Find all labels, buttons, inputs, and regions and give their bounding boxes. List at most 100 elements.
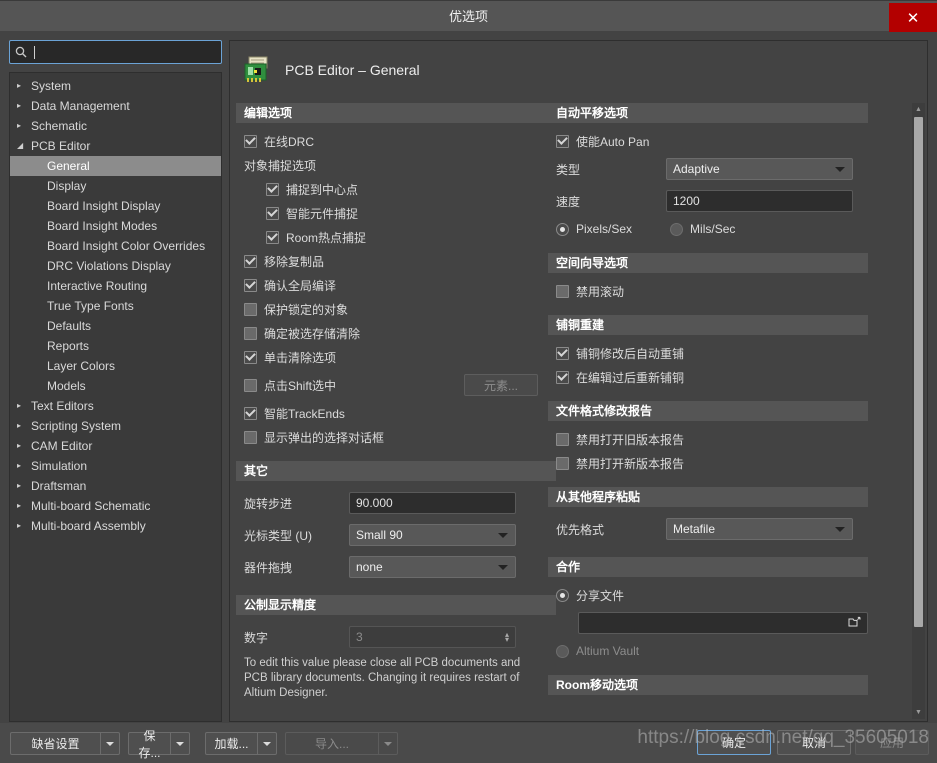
checkbox-disable-newer-report[interactable] <box>556 456 569 470</box>
sidebar-item-text-editors[interactable]: ▸ Text Editors <box>10 396 221 416</box>
load-dropdown-arrow[interactable] <box>257 733 276 754</box>
option-shared-file[interactable]: 分享文件 <box>556 583 868 607</box>
scroll-down-icon[interactable]: ▼ <box>912 706 925 719</box>
checkbox-disable-older-report[interactable] <box>556 432 569 446</box>
option-confirm-selection-memory-clear[interactable]: 确定被选存储清除 <box>244 321 556 345</box>
save-button[interactable]: 保存... <box>128 729 190 760</box>
option-click-clears-selection[interactable]: 单击清除选项 <box>244 345 556 369</box>
checkbox-remove-duplicates[interactable] <box>244 254 257 268</box>
option-disable-rolling[interactable]: 禁用滚动 <box>556 279 868 303</box>
checkbox-shift-click-to-select[interactable] <box>244 378 257 392</box>
select-priority-format[interactable]: Metafile <box>666 518 853 540</box>
checkbox-enable-auto-pan[interactable] <box>556 134 569 148</box>
option-smart-track-ends[interactable]: 智能TrackEnds <box>244 401 556 425</box>
chevron-right-icon[interactable]: ▸ <box>17 496 31 516</box>
select-auto-pan-style[interactable]: Adaptive <box>666 158 853 180</box>
chevron-right-icon[interactable]: ▸ <box>17 516 31 536</box>
stepper-metric-digits[interactable]: 3 ▴ ▾ <box>349 626 516 648</box>
option-repour-after-edit[interactable]: 铺铜修改后自动重铺 <box>556 341 868 365</box>
sidebar-item-board-insight-color-overrides[interactable]: Board Insight Color Overrides <box>10 236 221 256</box>
sidebar-item-board-insight-display[interactable]: Board Insight Display <box>10 196 221 216</box>
option-smart-component-snap[interactable]: 智能元件捕捉 <box>266 201 556 225</box>
vertical-scrollbar[interactable]: ▲ ▼ <box>912 103 925 719</box>
checkbox-snap-center[interactable] <box>266 182 279 196</box>
radio-shared-file[interactable] <box>556 588 569 602</box>
chevron-right-icon[interactable]: ▸ <box>17 436 31 456</box>
checkbox-online-drc[interactable] <box>244 134 257 148</box>
stepper-arrows-icon[interactable]: ▴ ▾ <box>505 631 509 644</box>
sidebar-item-simulation[interactable]: ▸ Simulation <box>10 456 221 476</box>
option-remove-duplicates[interactable]: 移除复制品 <box>244 249 556 273</box>
primitives-button[interactable]: 元素... <box>464 374 538 396</box>
radio-altium-vault[interactable] <box>556 644 569 658</box>
checkbox-smart-component-snap[interactable] <box>266 206 279 220</box>
sidebar-item-cam-editor[interactable]: ▸ CAM Editor <box>10 436 221 456</box>
sidebar-item-layer-colors[interactable]: Layer Colors <box>10 356 221 376</box>
sidebar-item-scripting-system[interactable]: ▸ Scripting System <box>10 416 221 436</box>
sidebar-item-multi-board-assembly[interactable]: ▸ Multi-board Assembly <box>10 516 221 536</box>
checkbox-repour-after-modified[interactable] <box>556 370 569 384</box>
cancel-button[interactable]: 取消 <box>777 730 851 755</box>
sidebar-item-display[interactable]: Display <box>10 176 221 196</box>
checkbox-repour-after-edit[interactable] <box>556 346 569 360</box>
option-display-popup-select[interactable]: 显示弹出的选择对话框 <box>244 425 556 449</box>
chevron-right-icon[interactable]: ▸ <box>17 456 31 476</box>
input-auto-pan-speed[interactable] <box>666 190 853 212</box>
sidebar-item-reports[interactable]: Reports <box>10 336 221 356</box>
checkbox-confirm-global-edit[interactable] <box>244 278 257 292</box>
checkbox-smart-track-ends[interactable] <box>244 406 257 420</box>
option-confirm-global-edit[interactable]: 确认全局编译 <box>244 273 556 297</box>
checkbox-disable-rolling[interactable] <box>556 284 569 298</box>
checkbox-click-clears-selection[interactable] <box>244 350 257 364</box>
defaults-button[interactable]: 缺省设置 <box>10 732 120 755</box>
scrollbar-thumb[interactable] <box>914 117 923 627</box>
option-snap-center[interactable]: 捕捉到中心点 <box>266 177 556 201</box>
sidebar-item-general[interactable]: General <box>10 156 221 176</box>
option-shift-click-to-select[interactable]: 点击Shift选中 元素... <box>244 369 556 401</box>
ok-button[interactable]: 确定 <box>697 730 771 755</box>
checkbox-protect-locked[interactable] <box>244 302 257 316</box>
option-repour-after-modified[interactable]: 在编辑过后重新铺铜 <box>556 365 868 389</box>
sidebar-item-drc-violations-display[interactable]: DRC Violations Display <box>10 256 221 276</box>
close-icon[interactable]: ✕ <box>889 3 937 32</box>
save-dropdown-arrow[interactable] <box>170 733 189 754</box>
chevron-right-icon[interactable]: ▸ <box>17 416 31 436</box>
sidebar-item-models[interactable]: Models <box>10 376 221 396</box>
preferences-tree[interactable]: ▸ System ▸ Data Management ▸ Schematic ◢ PCB Ed… <box>9 72 222 722</box>
defaults-dropdown-arrow[interactable] <box>100 733 119 754</box>
chevron-down-icon[interactable]: ◢ <box>17 136 31 156</box>
sidebar-item-schematic[interactable]: ▸ Schematic <box>10 116 221 136</box>
option-online-drc[interactable]: 在线DRC <box>244 129 556 153</box>
input-rotation-step[interactable] <box>349 492 516 514</box>
search-input[interactable] <box>35 45 221 59</box>
sidebar-item-true-type-fonts[interactable]: True Type Fonts <box>10 296 221 316</box>
folder-open-icon[interactable] <box>848 616 861 631</box>
sidebar-item-multi-board-schematic[interactable]: ▸ Multi-board Schematic <box>10 496 221 516</box>
option-disable-older-report[interactable]: 禁用打开旧版本报告 <box>556 427 868 451</box>
chevron-right-icon[interactable]: ▸ <box>17 96 31 116</box>
search-box[interactable] <box>9 40 222 64</box>
select-cursor-type[interactable]: Small 90 <box>349 524 516 546</box>
sidebar-item-pcb-editor[interactable]: ◢ PCB Editor <box>10 136 221 156</box>
radio-pixels-per-sec[interactable] <box>556 222 569 236</box>
option-protect-locked[interactable]: 保护锁定的对象 <box>244 297 556 321</box>
option-altium-vault[interactable]: Altium Vault <box>556 639 868 663</box>
chevron-right-icon[interactable]: ▸ <box>17 76 31 96</box>
checkbox-confirm-selection-memory-clear[interactable] <box>244 326 257 340</box>
option-enable-auto-pan[interactable]: 使能Auto Pan <box>556 129 868 153</box>
load-button[interactable]: 加载... <box>205 732 277 755</box>
scroll-up-icon[interactable]: ▲ <box>912 103 925 116</box>
option-disable-newer-report[interactable]: 禁用打开新版本报告 <box>556 451 868 475</box>
select-component-drag[interactable]: none <box>349 556 516 578</box>
sidebar-item-data-management[interactable]: ▸ Data Management <box>10 96 221 116</box>
input-shared-file-path[interactable] <box>578 612 868 634</box>
checkbox-room-hotspot-snap[interactable] <box>266 230 279 244</box>
option-room-hotspot-snap[interactable]: Room热点捕捉 <box>266 225 556 249</box>
chevron-right-icon[interactable]: ▸ <box>17 116 31 136</box>
sidebar-item-defaults[interactable]: Defaults <box>10 316 221 336</box>
sidebar-item-board-insight-modes[interactable]: Board Insight Modes <box>10 216 221 236</box>
sidebar-item-system[interactable]: ▸ System <box>10 76 221 96</box>
sidebar-item-interactive-routing[interactable]: Interactive Routing <box>10 276 221 296</box>
sidebar-item-draftsman[interactable]: ▸ Draftsman <box>10 476 221 496</box>
checkbox-display-popup-select[interactable] <box>244 430 257 444</box>
